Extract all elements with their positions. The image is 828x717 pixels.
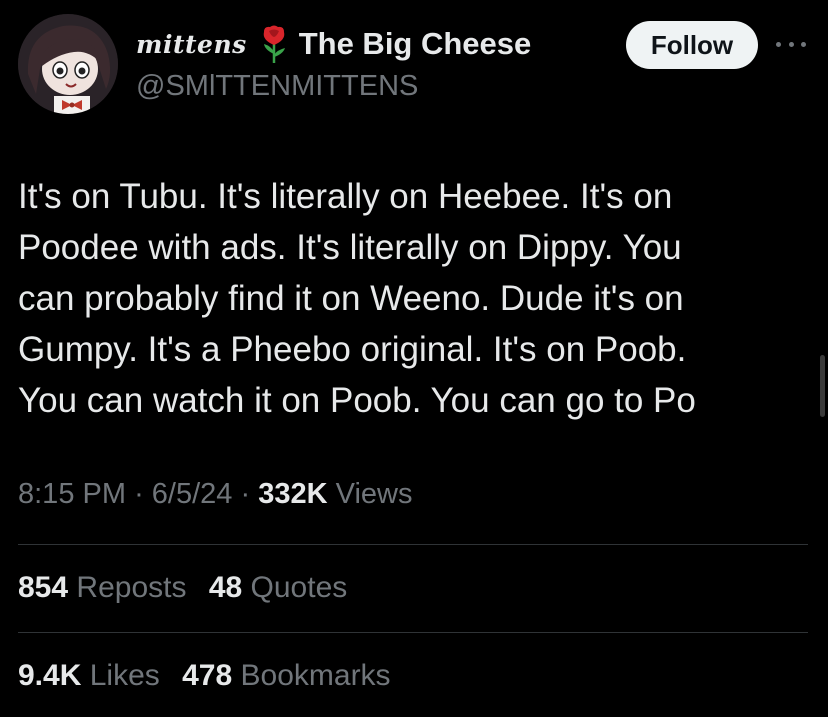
more-dot [801,41,806,47]
quotes-count: 48 [208,571,243,604]
divider [18,632,808,633]
bookmarks-count: 478 [182,659,233,692]
tweet-time[interactable]: 8:15 PM [18,478,126,510]
bookmarks-stat[interactable]: 478 Bookmarks [182,659,390,693]
engagement-row-2: 9.4K Likes 478 Bookmarks [18,659,405,693]
reposts-label: Reposts [76,571,187,604]
quotes-label: Quotes [250,571,348,604]
bookmarks-label: Bookmarks [240,659,391,692]
views-count: 332K [258,478,328,510]
more-dot [776,41,781,47]
divider [18,544,808,545]
display-name-script: mittens [136,29,247,59]
meta-separator: · [134,478,144,510]
scrollbar-thumb[interactable] [820,355,825,417]
author-handle[interactable]: @SMlTTENMITTENS [136,70,418,103]
views-label: Views [335,478,413,510]
follow-button[interactable]: Follow [626,21,758,69]
tweet-date[interactable]: 6/5/24 [152,478,233,510]
tweet-text: It's on Tubu. It's literally on Heebee. … [18,177,696,420]
engagement-row-1: 854 Reposts 48 Quotes [18,571,361,605]
more-dot [788,41,794,47]
avatar-image [18,14,118,114]
reposts-count: 854 [18,571,69,604]
rose-icon [259,24,289,64]
author-name-row[interactable]: mittens The Big Cheese [136,22,531,66]
avatar[interactable] [18,14,118,114]
quotes-stat[interactable]: 48 Quotes [209,571,347,605]
likes-label: Likes [89,659,160,692]
tweet-meta: 8:15 PM · 6/5/24 · 332K Views [18,478,412,511]
reposts-stat[interactable]: 854 Reposts [18,571,186,605]
likes-stat[interactable]: 9.4K Likes [18,659,160,693]
likes-count: 9.4K [18,659,82,692]
meta-separator: · [240,478,251,510]
display-name: The Big Cheese [298,26,532,61]
more-options-icon[interactable] [776,36,806,52]
